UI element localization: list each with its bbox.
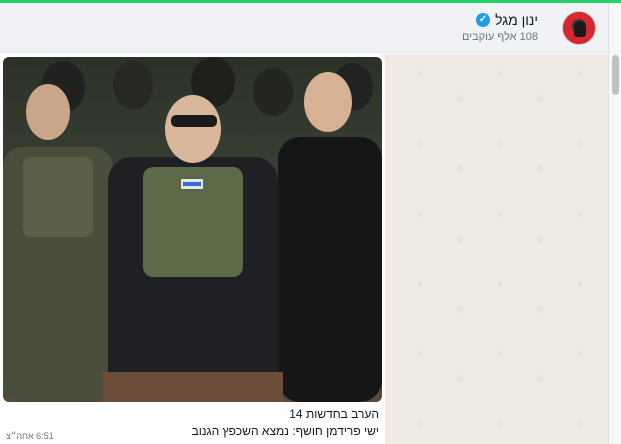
message-bubble[interactable]: הערב בחדשות 14 ישי פרידמן חושף: נמצא השכ… [0,54,385,444]
avatar[interactable] [562,11,596,45]
channel-header[interactable]: ✓ ינון מגל 108 אלף עוקבים [0,3,608,53]
message-timestamp: 6:51 אחה״צ [6,431,54,441]
channel-title-row: ✓ ינון מגל [476,12,538,28]
scrollbar-thumb[interactable] [612,55,619,95]
followers-count: 108 אלף עוקבים [461,31,538,43]
verified-badge-icon: ✓ [476,13,491,27]
caption-line-1: הערב בחדשות 14 [289,407,379,421]
caption-line-2: ישי פרידמן חושף: נמצא השכפץ הגנוב [191,424,379,438]
photo-illustration [3,57,382,402]
message-caption: הערב בחדשות 14 ישי פרידמן חושף: נמצא השכ… [9,406,379,440]
message-photo[interactable] [3,57,382,402]
scrollbar[interactable] [608,3,621,444]
channel-name[interactable]: ינון מגל [495,12,538,28]
